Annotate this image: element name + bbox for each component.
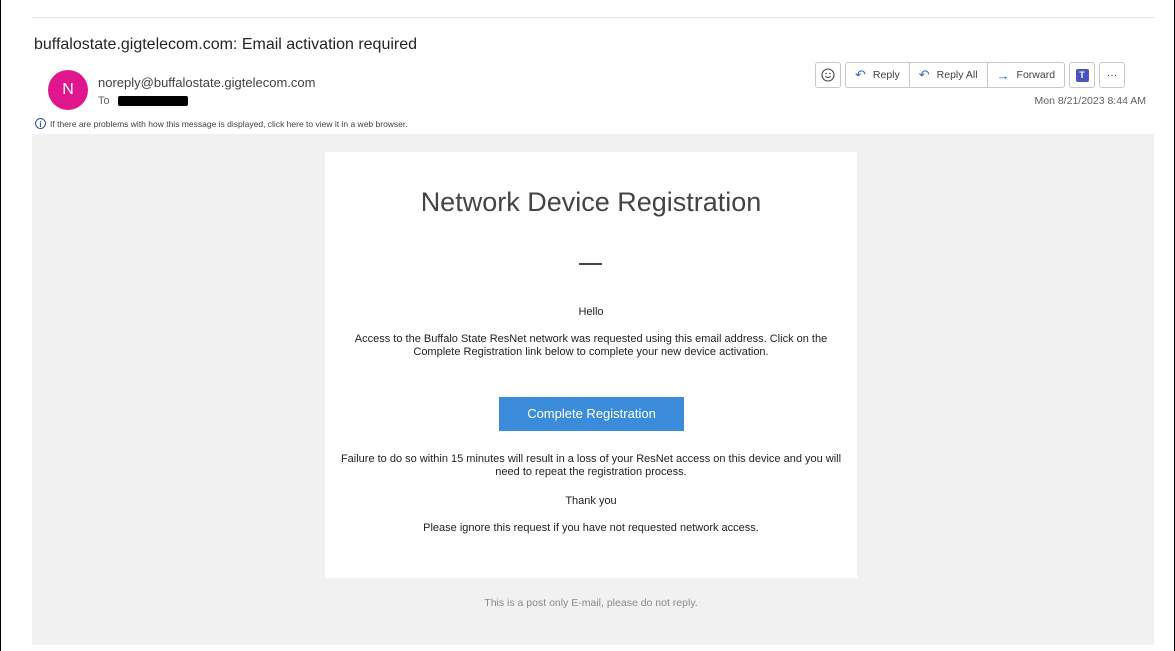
reply-label: Reply — [872, 69, 900, 81]
reply-all-label: Reply All — [936, 69, 978, 81]
reply-arrow-icon: ↶ — [855, 67, 866, 82]
access-paragraph: Access to the Buffalo State ResNet netwo… — [354, 333, 828, 358]
to-label: To — [98, 95, 110, 107]
thanks-text: Thank you — [565, 495, 617, 507]
failure-paragraph: Failure to do so within 15 minutes will … — [340, 453, 842, 478]
message-card: Network Device Registration Hello Access… — [325, 152, 857, 578]
smiley-icon — [821, 68, 835, 82]
forward-button[interactable]: → Forward — [986, 63, 1065, 87]
teams-share-button[interactable]: T — [1069, 62, 1096, 88]
reply-all-button[interactable]: ↶ Reply All — [908, 63, 987, 87]
message-heading: Network Device Registration — [420, 187, 762, 217]
info-icon: i — [35, 118, 46, 129]
greeting-text: Hello — [578, 306, 604, 318]
emoji-reaction-button[interactable] — [815, 62, 841, 88]
more-icon: ··· — [1106, 69, 1118, 81]
reply-all-arrow-icon: ↶ — [918, 67, 930, 82]
sender-address[interactable]: noreply@buffalostate.gigtelecom.com — [98, 75, 315, 90]
recipient-row: To — [98, 95, 188, 107]
sender-avatar[interactable]: N — [48, 70, 88, 110]
email-subject: buffalostate.gigtelecom.com: Email activ… — [34, 36, 418, 53]
teams-icon: T — [1075, 68, 1089, 82]
heading-divider — [579, 263, 602, 265]
forward-label: Forward — [1016, 69, 1056, 81]
footer-note: This is a post only E-mail, please do no… — [484, 597, 698, 609]
reply-button[interactable]: ↶ Reply — [846, 63, 909, 87]
message-actions: ↶ Reply ↶ Reply All → Forward T ··· — [815, 62, 1126, 88]
more-actions-button[interactable]: ··· — [1099, 62, 1126, 88]
complete-registration-button[interactable]: Complete Registration — [499, 397, 684, 431]
top-divider — [32, 17, 1154, 18]
redacted-recipient — [117, 96, 188, 106]
display-problem-notice[interactable]: i If there are problems with how this me… — [35, 118, 408, 129]
reply-button-group: ↶ Reply ↶ Reply All → Forward — [845, 62, 1066, 88]
forward-arrow-icon: → — [996, 67, 1010, 83]
received-timestamp: Mon 8/21/2023 8:44 AM — [1034, 95, 1147, 107]
display-problem-text[interactable]: If there are problems with how this mess… — [50, 119, 408, 129]
ignore-paragraph: Please ignore this request if you have n… — [423, 522, 759, 534]
